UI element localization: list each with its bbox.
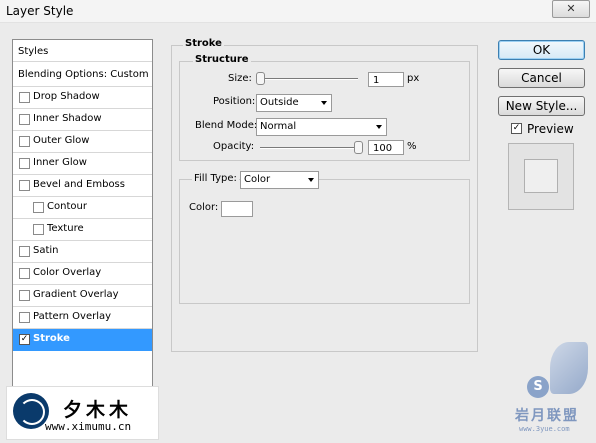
effect-label: Inner Glow (33, 157, 87, 168)
effect-label: Inner Shadow (33, 113, 102, 124)
styles-list: Styles Blending Options: Custom Drop Sha… (12, 39, 153, 393)
effect-inner-glow[interactable]: Inner Glow (13, 153, 152, 175)
pattern-overlay-checkbox[interactable] (19, 312, 30, 323)
logo-url: www.ximumu.cn (45, 420, 132, 433)
effect-label: Contour (47, 201, 87, 212)
effect-label: Texture (47, 223, 84, 234)
drop-shadow-checkbox[interactable] (19, 92, 30, 103)
color-label: Color: (189, 202, 219, 213)
styles-header[interactable]: Styles (13, 40, 152, 62)
opacity-slider[interactable] (260, 147, 358, 149)
position-value: Outside (260, 97, 299, 108)
contour-checkbox[interactable] (33, 202, 44, 213)
effect-label: Color Overlay (33, 267, 102, 278)
chevron-down-icon (321, 101, 327, 105)
effect-pattern-overlay[interactable]: Pattern Overlay (13, 307, 152, 329)
size-unit: px (407, 73, 420, 84)
size-slider[interactable] (260, 78, 358, 80)
effect-bevel-emboss[interactable]: Bevel and Emboss (13, 175, 152, 197)
blending-options-item[interactable]: Blending Options: Custom (13, 65, 152, 87)
color-overlay-checkbox[interactable] (19, 268, 30, 279)
close-button[interactable]: ✕ (552, 0, 590, 18)
bevel-emboss-checkbox[interactable] (19, 180, 30, 191)
watermark-chinese-text: 岩月联盟 (515, 408, 579, 424)
effect-outer-glow[interactable]: Outer Glow (13, 131, 152, 153)
effect-label: Stroke (33, 333, 70, 344)
stroke-title: Stroke (183, 38, 224, 49)
wing-icon (550, 342, 588, 394)
blending-options-label: Blending Options: Custom (18, 69, 149, 80)
chevron-down-icon (308, 178, 314, 182)
satin-checkbox[interactable] (19, 246, 30, 257)
watermark-url: www.3yue.com (519, 425, 570, 433)
effect-gradient-overlay[interactable]: Gradient Overlay (13, 285, 152, 307)
effect-label: Pattern Overlay (33, 311, 112, 322)
opacity-label: Opacity: (213, 141, 255, 152)
blend-mode-label: Blend Mode: (195, 120, 258, 131)
preview-thumbnail (508, 143, 574, 210)
title-bar: Layer Style ✕ (0, 0, 596, 23)
new-style-button[interactable]: New Style... (498, 96, 585, 116)
effect-label: Bevel and Emboss (33, 179, 125, 190)
size-input[interactable]: 1 (368, 72, 404, 87)
effect-contour[interactable]: Contour (13, 197, 152, 219)
effect-stroke[interactable]: ✓ Stroke (13, 329, 152, 351)
blend-mode-value: Normal (260, 121, 297, 132)
outer-glow-checkbox[interactable] (19, 136, 30, 147)
fill-type-label: Fill Type: (192, 173, 239, 184)
preview-swatch (524, 159, 558, 193)
watermark-logo: 夕木木 www.ximumu.cn (6, 386, 159, 440)
opacity-unit: % (407, 141, 417, 152)
preview-label: Preview (527, 122, 574, 136)
gradient-overlay-checkbox[interactable] (19, 290, 30, 301)
preview-checkbox[interactable]: ✓ (511, 123, 522, 134)
effect-color-overlay[interactable]: Color Overlay (13, 263, 152, 285)
fill-type-value: Color (244, 174, 271, 185)
position-label: Position: (213, 96, 256, 107)
chevron-down-icon (376, 125, 382, 129)
window-title: Layer Style (6, 4, 74, 18)
logo-chinese-text: 夕木木 (63, 399, 133, 421)
opacity-slider-handle[interactable] (354, 141, 363, 154)
inner-shadow-checkbox[interactable] (19, 114, 30, 125)
color-swatch[interactable] (221, 201, 253, 217)
opacity-input[interactable]: 100 (368, 140, 404, 155)
blend-mode-select[interactable]: Normal (256, 118, 387, 136)
position-select[interactable]: Outside (256, 94, 332, 112)
texture-checkbox[interactable] (33, 224, 44, 235)
logo-icon (13, 393, 49, 429)
structure-title: Structure (193, 54, 251, 65)
effect-drop-shadow[interactable]: Drop Shadow (13, 87, 152, 109)
fill-type-select[interactable]: Color (240, 171, 319, 189)
ok-button[interactable]: OK (498, 40, 585, 60)
size-slider-handle[interactable] (256, 72, 265, 85)
effect-inner-shadow[interactable]: Inner Shadow (13, 109, 152, 131)
effect-label: Drop Shadow (33, 91, 100, 102)
styles-header-label: Styles (18, 46, 49, 57)
effect-texture[interactable]: Texture (13, 219, 152, 241)
inner-glow-checkbox[interactable] (19, 158, 30, 169)
stroke-checkbox[interactable]: ✓ (19, 334, 30, 345)
effect-label: Outer Glow (33, 135, 90, 146)
close-icon: ✕ (566, 2, 576, 15)
cancel-button[interactable]: Cancel (498, 68, 585, 88)
fill-group (179, 179, 470, 304)
watermark-s-icon: S (527, 376, 549, 398)
effect-label: Satin (33, 245, 59, 256)
effect-label: Gradient Overlay (33, 289, 119, 300)
effect-satin[interactable]: Satin (13, 241, 152, 263)
size-label: Size: (228, 73, 252, 84)
